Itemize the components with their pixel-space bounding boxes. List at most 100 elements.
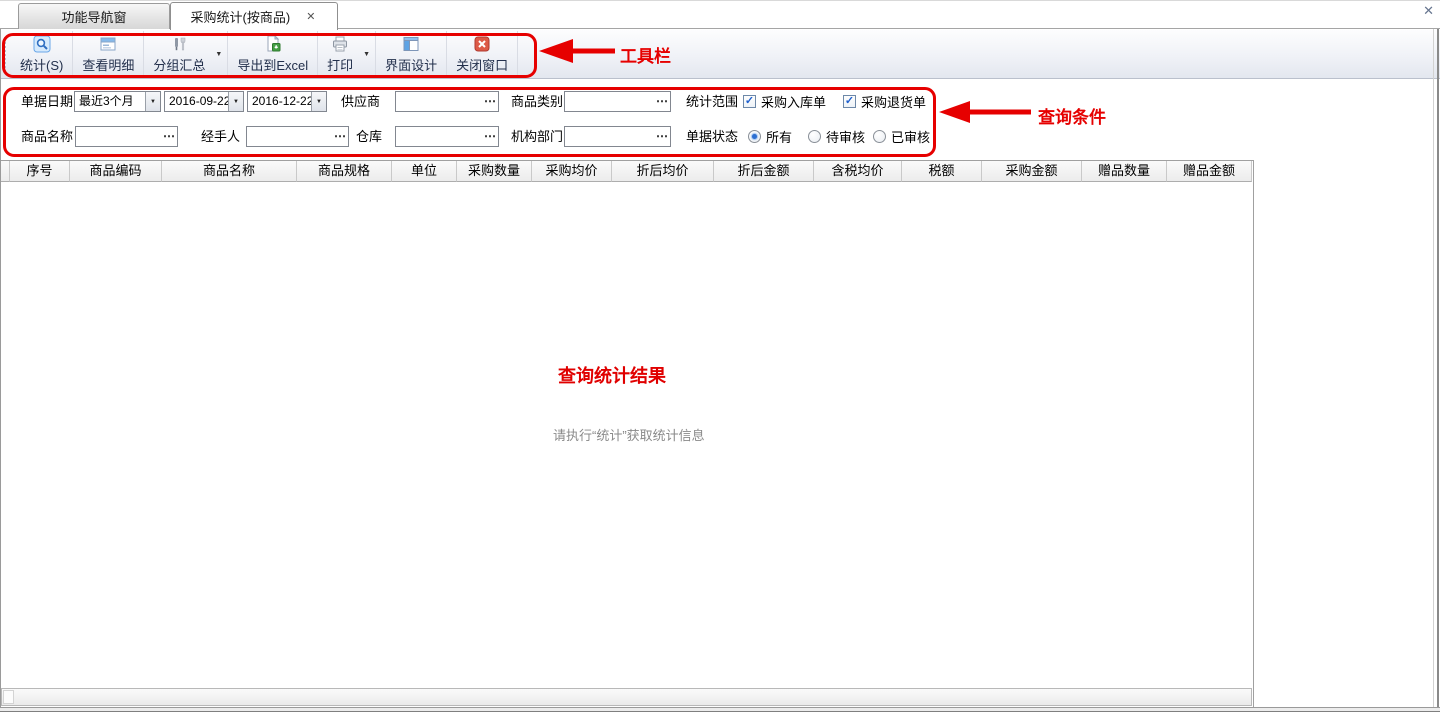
- department-input[interactable]: [565, 128, 653, 145]
- status-option-label: 待审核: [826, 127, 865, 146]
- category-label: 商品类别: [511, 91, 563, 112]
- column-header[interactable]: 折后均价: [612, 161, 714, 182]
- status-option-all[interactable]: 所有: [748, 126, 792, 147]
- scope-option-label: 采购入库单: [761, 92, 826, 111]
- radio-selected[interactable]: [748, 130, 761, 143]
- handler-input[interactable]: [247, 128, 331, 145]
- date-preset-combo[interactable]: 最近3个月 ▼: [74, 91, 161, 112]
- print-dropdown-icon[interactable]: ▼: [362, 31, 375, 77]
- search-icon: [33, 35, 51, 53]
- ui-design-label: 界面设计: [385, 55, 437, 74]
- checkbox-checked[interactable]: ✓: [743, 95, 756, 108]
- tab-close-icon[interactable]: ✕: [304, 10, 317, 23]
- toolbar-annotation-label: 工具栏: [620, 42, 671, 67]
- column-header[interactable]: 商品名称: [162, 161, 297, 182]
- ellipsis-icon[interactable]: ⋯: [481, 92, 498, 111]
- scope-option-inbound[interactable]: ✓ 采购入库单: [743, 91, 826, 112]
- status-label: 单据状态: [686, 126, 738, 147]
- ellipsis-icon[interactable]: ⋯: [653, 92, 670, 111]
- column-header[interactable]: 赠品数量: [1082, 161, 1167, 182]
- radio-unselected[interactable]: [873, 130, 886, 143]
- print-label: 打印: [327, 55, 353, 74]
- column-header[interactable]: 折后金额: [714, 161, 814, 182]
- window-right-inner-border: [1433, 29, 1434, 712]
- chevron-down-icon[interactable]: ▼: [311, 92, 326, 111]
- warehouse-lookup: ⋯: [395, 126, 499, 147]
- column-header[interactable]: 税额: [902, 161, 982, 182]
- ellipsis-icon[interactable]: ⋯: [653, 127, 670, 146]
- column-header[interactable]: 含税均价: [814, 161, 902, 182]
- empty-results-hint: 请执行“统计”获取统计信息: [553, 425, 705, 444]
- statistics-label: 统计(S): [20, 55, 63, 74]
- date-from-value: 2016-09-22: [165, 92, 228, 111]
- ui-design-button[interactable]: 界面设计: [376, 31, 446, 77]
- status-option-audited[interactable]: 已审核: [873, 126, 930, 147]
- query-panel: 单据日期 最近3个月 ▼ 2016-09-22 ▼ 2016-12-22 ▼ 供…: [1, 80, 1437, 160]
- horizontal-scrollbar[interactable]: [1, 688, 1252, 706]
- chevron-down-icon[interactable]: ▼: [228, 92, 243, 111]
- results-grid: 序号 商品编码 商品名称 商品规格 单位 采购数量 采购均价 折后均价 折后金额…: [0, 160, 1254, 707]
- checkbox-checked[interactable]: ✓: [843, 95, 856, 108]
- tools-icon: [170, 35, 188, 53]
- column-header[interactable]: 采购均价: [532, 161, 612, 182]
- view-detail-label: 查看明细: [82, 55, 134, 74]
- group-summary-label: 分组汇总: [153, 55, 205, 74]
- date-to-value: 2016-12-22: [248, 92, 311, 111]
- status-option-label: 已审核: [891, 127, 930, 146]
- row-indicator-header: [1, 161, 10, 182]
- product-label: 商品名称: [21, 126, 73, 147]
- tab-purchase-stats[interactable]: 采购统计(按商品) ✕: [170, 2, 338, 30]
- radio-unselected[interactable]: [808, 130, 821, 143]
- supplier-input[interactable]: [396, 93, 481, 110]
- status-option-label: 所有: [766, 127, 792, 146]
- department-label: 机构部门: [511, 126, 563, 147]
- product-input[interactable]: [76, 128, 160, 145]
- toolbar-grip-handle[interactable]: [4, 37, 6, 72]
- scrollbar-thumb[interactable]: [3, 690, 14, 704]
- product-lookup: ⋯: [75, 126, 178, 147]
- window-close-icon[interactable]: ✕: [1423, 3, 1434, 19]
- app-window: 功能导航窗 采购统计(按商品) ✕ ✕ 统计(S) 查看明细: [0, 0, 1440, 712]
- department-lookup: ⋯: [564, 126, 671, 147]
- ellipsis-icon[interactable]: ⋯: [481, 127, 498, 146]
- column-header[interactable]: 商品规格: [297, 161, 392, 182]
- status-option-pending[interactable]: 待审核: [808, 126, 865, 147]
- print-button[interactable]: 打印: [318, 31, 362, 77]
- check-icon: ✓: [845, 96, 854, 107]
- export-excel-button[interactable]: 导出到Excel: [228, 31, 317, 77]
- chevron-down-icon[interactable]: ▼: [145, 92, 160, 111]
- column-header[interactable]: 采购数量: [457, 161, 532, 182]
- column-header[interactable]: 单位: [392, 161, 457, 182]
- export-excel-label: 导出到Excel: [237, 55, 308, 74]
- category-input[interactable]: [565, 93, 653, 110]
- ellipsis-icon[interactable]: ⋯: [160, 127, 177, 146]
- group-summary-button[interactable]: 分组汇总: [144, 31, 214, 77]
- group-summary-dropdown-icon[interactable]: ▼: [214, 31, 227, 77]
- view-detail-button[interactable]: 查看明细: [73, 31, 143, 77]
- query-annotation-label: 查询条件: [1038, 103, 1106, 128]
- toolbar: 统计(S) 查看明细 分组汇总 ▼ 导出到Excel: [0, 30, 1440, 79]
- date-from-picker[interactable]: 2016-09-22 ▼: [164, 91, 244, 112]
- column-header[interactable]: 序号: [10, 161, 70, 182]
- scope-option-label: 采购退货单: [861, 92, 926, 111]
- handler-lookup: ⋯: [246, 126, 349, 147]
- tab-function-nav[interactable]: 功能导航窗: [18, 3, 170, 29]
- warehouse-label: 仓库: [356, 126, 382, 147]
- close-window-button[interactable]: 关闭窗口: [447, 31, 517, 77]
- column-header[interactable]: 采购金额: [982, 161, 1082, 182]
- scope-label: 统计范围: [686, 91, 738, 112]
- date-to-picker[interactable]: 2016-12-22 ▼: [247, 91, 327, 112]
- column-header[interactable]: 赠品金额: [1167, 161, 1252, 182]
- column-header[interactable]: 商品编码: [70, 161, 162, 182]
- tab-label: 采购统计(按商品): [191, 7, 291, 26]
- statistics-button[interactable]: 统计(S): [11, 31, 72, 77]
- ellipsis-icon[interactable]: ⋯: [331, 127, 348, 146]
- tab-label: 功能导航窗: [61, 7, 126, 26]
- close-window-label: 关闭窗口: [456, 55, 508, 74]
- empty-results-title: 查询统计结果: [558, 362, 666, 388]
- category-lookup: ⋯: [564, 91, 671, 112]
- close-window-icon: [473, 35, 491, 53]
- warehouse-input[interactable]: [396, 128, 481, 145]
- supplier-label: 供应商: [341, 91, 380, 112]
- scope-option-return[interactable]: ✓ 采购退货单: [843, 91, 926, 112]
